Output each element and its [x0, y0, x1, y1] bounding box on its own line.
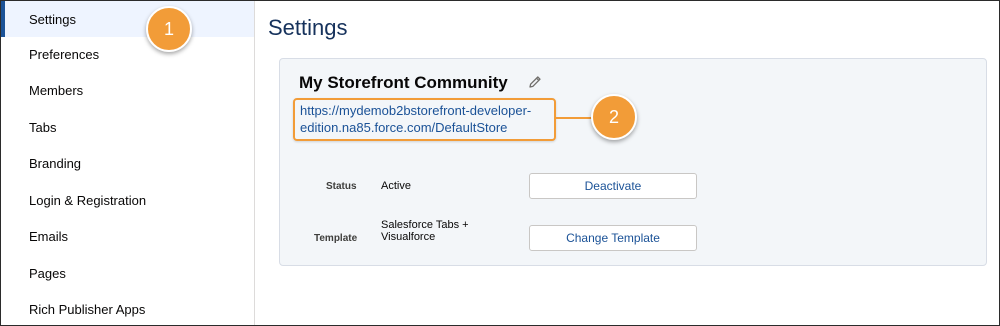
- sidebar-item-label: Settings: [29, 11, 76, 27]
- sidebar-item-branding[interactable]: Branding: [1, 145, 254, 181]
- sidebar-item-label: Branding: [29, 155, 82, 171]
- sidebar-item-preferences[interactable]: Preferences: [1, 36, 254, 72]
- template-value: Salesforce Tabs + Visualforce: [381, 219, 469, 243]
- page-title: Settings: [268, 15, 348, 40]
- community-name: My Storefront Community: [299, 73, 508, 92]
- sidebar-item-label: Rich Publisher Apps: [29, 301, 146, 317]
- sidebar-item-label: Members: [29, 82, 84, 98]
- status-label: Status: [326, 181, 357, 192]
- sidebar-item-settings[interactable]: Settings: [1, 1, 254, 37]
- sidebar-item-label: Emails: [29, 228, 69, 244]
- url-line-2: edition.na85.force.com/DefaultStore: [300, 120, 508, 135]
- pencil-icon[interactable]: [527, 74, 543, 90]
- sidebar-item-label: Preferences: [29, 46, 100, 62]
- url-line-1: https://mydemob2bstorefront-developer-: [300, 103, 532, 118]
- template-value-line-2: Visualforce: [381, 231, 436, 243]
- deactivate-button[interactable]: Deactivate: [529, 173, 697, 199]
- sidebar-item-label: Pages: [29, 265, 66, 281]
- status-value: Active: [381, 180, 411, 192]
- change-template-button[interactable]: Change Template: [529, 225, 697, 251]
- sidebar-item-members[interactable]: Members: [1, 72, 254, 108]
- callout-badge-1: 1: [146, 6, 192, 52]
- callout-badge-2: 2: [591, 94, 637, 140]
- sidebar-item-pages[interactable]: Pages: [1, 255, 254, 291]
- template-label: Template: [314, 233, 358, 244]
- sidebar-item-label: Login & Registration: [29, 192, 147, 208]
- sidebar-item-label: Tabs: [29, 119, 57, 135]
- template-value-line-1: Salesforce Tabs +: [381, 219, 469, 231]
- sidebar: Settings Preferences Members Tabs Brandi…: [1, 1, 255, 325]
- sidebar-item-login-registration[interactable]: Login & Registration: [1, 182, 254, 218]
- sidebar-item-tabs[interactable]: Tabs: [1, 109, 254, 145]
- callout-connector: [556, 117, 592, 119]
- community-url-link[interactable]: https://mydemob2bstorefront-developer- e…: [293, 98, 556, 141]
- sidebar-item-emails[interactable]: Emails: [1, 218, 254, 254]
- sidebar-item-rich-publisher-apps[interactable]: Rich Publisher Apps: [1, 291, 254, 326]
